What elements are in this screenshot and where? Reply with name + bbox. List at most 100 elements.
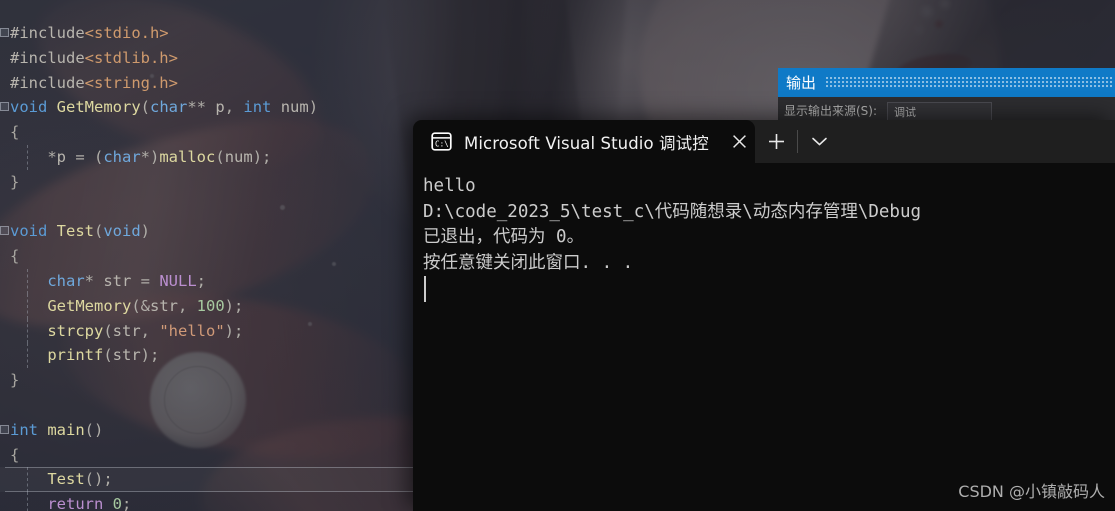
code-token: num: [224, 147, 253, 166]
code-token: int: [243, 98, 272, 117]
code-token: Test: [56, 222, 94, 241]
code-token: return: [47, 495, 104, 511]
code-token: strcpy: [47, 321, 104, 340]
code-line[interactable]: Test();: [0, 467, 835, 493]
code-token: "hello": [159, 321, 225, 340]
show-output-from-label: 显示输出来源(S):: [784, 104, 878, 118]
code-token: (: [140, 98, 151, 117]
close-icon[interactable]: [724, 127, 754, 157]
code-line[interactable]: return 0;: [0, 492, 420, 511]
indent-guide: [27, 467, 28, 493]
code-token: (&: [131, 296, 150, 315]
code-token: );: [224, 296, 244, 315]
output-source-select[interactable]: 调试: [887, 102, 993, 121]
code-token: num: [280, 98, 309, 117]
code-token: str: [150, 296, 178, 315]
svg-text:C:\: C:\: [435, 140, 449, 149]
fold-toggle-icon[interactable]: [0, 28, 9, 37]
indent-guide: [27, 343, 28, 369]
code-token: GetMemory: [47, 296, 132, 315]
code-line[interactable]: }: [0, 368, 420, 393]
code-token: #include: [10, 73, 85, 92]
code-line[interactable]: GetMemory(&str, 100);: [0, 293, 420, 319]
plus-icon[interactable]: [755, 120, 797, 163]
fold-toggle-icon[interactable]: [0, 424, 9, 434]
csdn-watermark: CSDN @小镇敲码人: [958, 482, 1105, 501]
code-line[interactable]: #include<string.h>: [0, 71, 420, 96]
code-token: ();: [84, 470, 113, 489]
code-line[interactable]: strcpy(str, "hello");: [0, 318, 420, 344]
code-line[interactable]: void Test(void): [0, 219, 420, 244]
code-line[interactable]: }: [0, 170, 420, 195]
code-token: #include: [10, 24, 85, 42]
code-token: *: [84, 271, 104, 290]
code-token: ): [308, 98, 319, 117]
code-token: void: [10, 222, 48, 241]
code-line[interactable]: {: [0, 120, 420, 145]
code-line[interactable]: void GetMemory(char** p, int num): [0, 95, 420, 120]
code-line[interactable]: #include<stdio.h>: [0, 21, 420, 46]
code-token: ;: [196, 271, 206, 290]
indent-guide: [27, 492, 28, 511]
chevron-down-icon[interactable]: [798, 120, 840, 163]
fold-toggle-icon[interactable]: [0, 102, 9, 112]
code-line[interactable]: #include<stdlib.h>: [0, 46, 420, 71]
code-token: *: [10, 147, 57, 166]
code-token: );: [252, 147, 272, 166]
terminal-line: 已退出，代码为 0。: [423, 227, 585, 247]
code-token: (): [84, 420, 104, 439]
windows-terminal-window[interactable]: C:\ Microsoft Visual Studio 调试控制台: [413, 120, 1115, 511]
code-line[interactable]: {: [0, 244, 420, 269]
code-line[interactable]: *p = (char*)malloc(num);: [0, 144, 420, 170]
code-token: ;: [122, 495, 132, 511]
code-token: p: [215, 98, 225, 117]
code-token: }: [10, 172, 20, 191]
screen: #include<stdio.h> #include<stdlib.h> #incl…: [0, 0, 1115, 511]
code-token: printf: [47, 346, 104, 365]
code-token: );: [140, 346, 160, 365]
code-line[interactable]: {: [0, 443, 420, 468]
code-token: char: [150, 98, 188, 117]
terminal-cursor: [424, 276, 426, 302]
code-token: }: [10, 371, 20, 390]
fold-toggle-icon[interactable]: [0, 226, 9, 236]
code-line[interactable]: int main(): [0, 418, 420, 443]
code-token: (: [103, 346, 113, 365]
code-token: NULL: [159, 271, 197, 290]
code-line[interactable]: [0, 195, 420, 220]
code-line[interactable]: char* str = NULL;: [0, 268, 420, 294]
code-token: #include: [10, 48, 85, 67]
output-panel-header[interactable]: 输出: [778, 68, 1115, 97]
terminal-tab[interactable]: C:\ Microsoft Visual Studio 调试控制台: [413, 120, 755, 163]
code-token: = (: [66, 147, 104, 166]
code-token: (: [103, 321, 113, 340]
indent-guide: [27, 318, 28, 344]
code-line[interactable]: [0, 393, 420, 418]
code-text-area[interactable]: #include<stdio.h> #include<stdlib.h> #incl…: [0, 0, 835, 511]
code-token: **: [187, 98, 216, 117]
code-token: str: [112, 321, 141, 340]
indent-guide: [27, 144, 28, 170]
terminal-tab-title: Microsoft Visual Studio 调试控制台: [464, 133, 709, 153]
output-panel-title: 输出: [786, 74, 817, 92]
code-token: char: [47, 271, 85, 290]
code-token: GetMemory: [56, 98, 141, 117]
terminal-output-area[interactable]: hello D:\code_2023_5\test_c\代码随想录\动态内存管理…: [413, 163, 1115, 511]
code-token: (: [94, 222, 104, 241]
terminal-titlebar[interactable]: C:\ Microsoft Visual Studio 调试控制台: [413, 120, 1115, 163]
code-token: *): [140, 147, 160, 166]
code-line[interactable]: printf(str);: [0, 343, 420, 369]
console-cmd-icon: C:\: [430, 131, 453, 152]
indent-guide: [27, 268, 28, 294]
code-token: {: [10, 247, 20, 266]
